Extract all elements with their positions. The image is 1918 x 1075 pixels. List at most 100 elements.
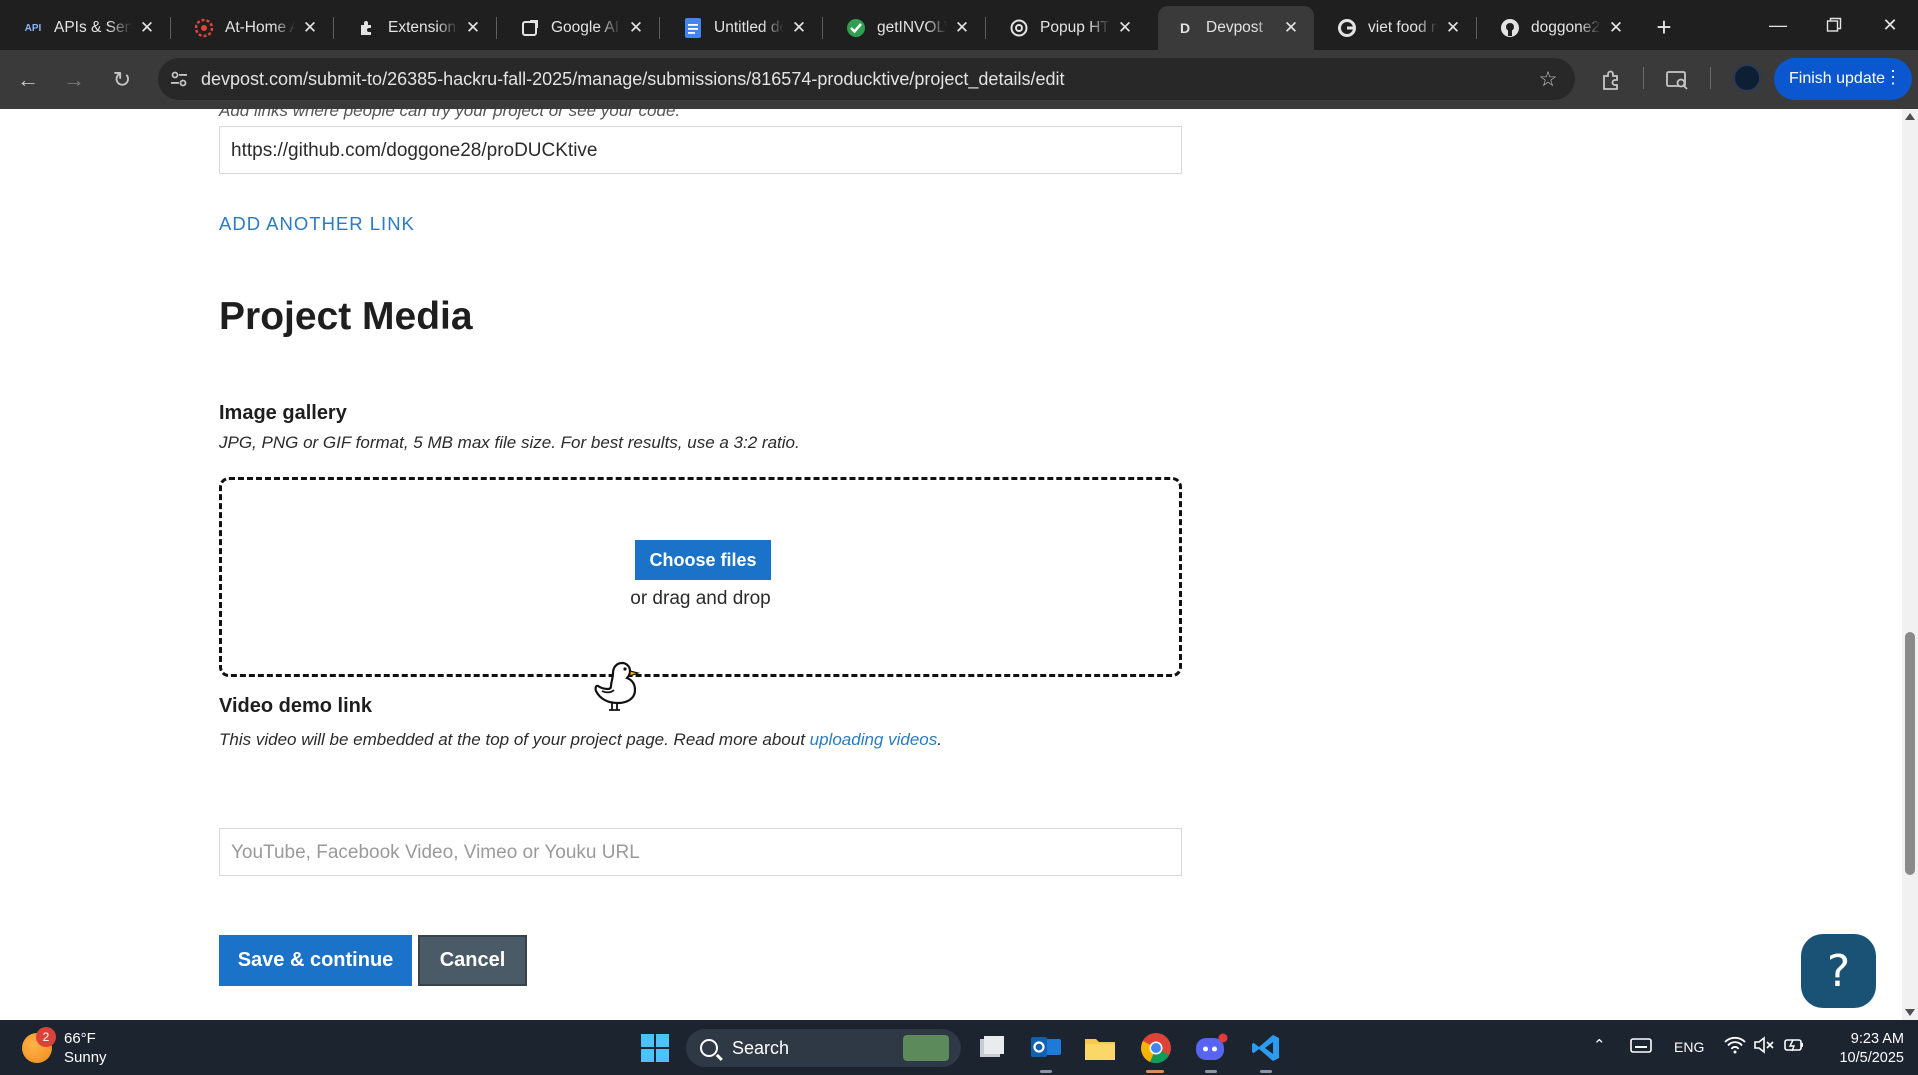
back-button[interactable]: ← <box>12 64 44 96</box>
openai-icon <box>1008 17 1030 39</box>
close-icon[interactable]: ✕ <box>953 18 971 37</box>
image-dropzone[interactable]: Choose files or drag and drop <box>219 477 1182 677</box>
close-icon[interactable]: ✕ <box>301 18 319 37</box>
chrome-icon[interactable] <box>1138 1030 1174 1066</box>
ai-studio-icon <box>519 17 541 39</box>
tab-google-ai-studio[interactable]: Google AI S ✕ <box>497 6 659 50</box>
weather-widget[interactable]: 2 66°F Sunny <box>22 1027 107 1067</box>
address-bar[interactable]: devpost.com/submit-to/26385-hackru-fall-… <box>158 58 1575 100</box>
project-link-input[interactable]: https://github.com/doggone28/proDUCKtive <box>219 126 1182 174</box>
tab-title: Extensions <box>388 19 458 36</box>
profile-avatar[interactable] <box>1733 64 1761 92</box>
github-icon <box>1499 17 1521 39</box>
tab-popup-html[interactable]: Popup HTM ✕ <box>986 6 1148 50</box>
clock-date: 10/5/2025 <box>1839 1050 1904 1066</box>
tab-title: getINVOLV <box>877 19 947 36</box>
more-menu-icon[interactable]: ⋮ <box>1884 67 1902 88</box>
finish-update-button[interactable]: Finish update ⋮ <box>1774 58 1912 100</box>
check-icon <box>845 17 867 39</box>
taskbar-search[interactable]: Search <box>686 1029 961 1067</box>
close-icon[interactable]: ✕ <box>790 18 808 37</box>
close-icon[interactable]: ✕ <box>627 18 645 37</box>
show-hidden-icons[interactable]: ⌃ <box>1593 1036 1606 1054</box>
help-button[interactable]: ? <box>1801 934 1876 1008</box>
video-demo-hint: This video will be embedded at the top o… <box>219 730 942 750</box>
task-view-icon[interactable] <box>974 1030 1010 1066</box>
close-icon[interactable]: ✕ <box>138 18 156 37</box>
extensions-icon[interactable] <box>1595 64 1627 96</box>
video-hint-text: This video will be embedded at the top o… <box>219 730 810 749</box>
weather-text: 66°F Sunny <box>64 1029 107 1067</box>
close-icon[interactable]: ✕ <box>1444 18 1462 37</box>
close-icon[interactable]: ✕ <box>1116 18 1134 37</box>
new-tab-button[interactable]: + <box>1649 12 1679 42</box>
system-clock[interactable]: 9:23 AM 10/5/2025 <box>1814 1030 1904 1068</box>
site-info-icon[interactable] <box>166 66 192 92</box>
tab-apis[interactable]: API APIs & Serv ✕ <box>0 6 170 50</box>
weather-temp: 66°F <box>64 1030 96 1047</box>
video-demo-label: Video demo link <box>219 695 372 717</box>
reload-button[interactable]: ↻ <box>106 64 138 96</box>
vscode-icon[interactable] <box>1248 1030 1284 1066</box>
api-icon: API <box>24 22 42 34</box>
tab-strip: API APIs & Serv ✕ At-Home A ✕ Extensions… <box>0 0 1918 50</box>
tab-search-icon[interactable] <box>1661 64 1693 96</box>
scroll-up-arrow[interactable] <box>1905 113 1915 120</box>
touch-keyboard-icon[interactable] <box>1630 1036 1652 1058</box>
tab-untitled-doc[interactable]: Untitled do ✕ <box>660 6 822 50</box>
language-indicator[interactable]: ENG <box>1674 1039 1704 1055</box>
browser-toolbar: ← → ↻ devpost.com/submit-to/26385-hackru… <box>0 50 1918 109</box>
close-icon[interactable]: ✕ <box>464 18 482 37</box>
links-hint: Add links where people can try your proj… <box>219 109 681 120</box>
devpost-icon: D <box>1179 20 1191 36</box>
cancel-button[interactable]: Cancel <box>418 935 527 986</box>
toolbar-divider <box>1710 67 1711 89</box>
section-title: Project Media <box>219 295 473 338</box>
scroll-down-arrow[interactable] <box>1905 1009 1915 1016</box>
tab-title: At-Home A <box>225 19 295 36</box>
finish-update-label: Finish update <box>1789 70 1886 87</box>
close-icon[interactable]: ✕ <box>1607 18 1625 37</box>
outlook-icon[interactable] <box>1028 1030 1064 1066</box>
video-url-input[interactable]: YouTube, Facebook Video, Vimeo or Youku … <box>219 828 1182 876</box>
image-gallery-hint: JPG, PNG or GIF format, 5 MB max file si… <box>219 433 800 452</box>
page-scrollbar[interactable] <box>1902 109 1918 1020</box>
clock-time: 9:23 AM <box>1850 1031 1904 1047</box>
tab-github[interactable]: doggone2 ✕ <box>1477 6 1639 50</box>
start-button[interactable] <box>637 1030 673 1066</box>
weather-condition: Sunny <box>64 1049 107 1066</box>
uploading-videos-link[interactable]: uploading videos <box>810 730 938 749</box>
bookmark-star-icon[interactable]: ☆ <box>1535 66 1561 92</box>
add-another-link[interactable]: ADD ANOTHER LINK <box>219 213 415 235</box>
duck-cursor-icon <box>594 661 641 711</box>
tab-title: Google AI S <box>551 19 621 36</box>
scroll-thumb[interactable] <box>1905 632 1915 875</box>
running-indicator <box>1205 1070 1217 1073</box>
tab-at-home[interactable]: At-Home A ✕ <box>171 6 333 50</box>
wifi-icon[interactable] <box>1724 1036 1746 1058</box>
discord-icon[interactable] <box>1193 1030 1229 1066</box>
tab-title: doggone2 <box>1531 19 1600 36</box>
close-window-button[interactable]: ✕ <box>1862 0 1918 50</box>
tab-extensions[interactable]: Extensions ✕ <box>334 6 496 50</box>
file-explorer-icon[interactable] <box>1082 1030 1118 1066</box>
tab-title: viet food n <box>1368 19 1438 36</box>
tab-viet-food[interactable]: viet food n ✕ <box>1314 6 1476 50</box>
windows-taskbar: 2 66°F Sunny Search ⌃ ENG 9:23 AM 10/5/2… <box>0 1020 1918 1075</box>
minimize-button[interactable]: — <box>1750 0 1806 50</box>
close-icon[interactable]: ✕ <box>1282 18 1300 37</box>
save-continue-button[interactable]: Save & continue <box>219 935 412 986</box>
tab-getinvolved[interactable]: getINVOLV ✕ <box>823 6 985 50</box>
url-text[interactable]: devpost.com/submit-to/26385-hackru-fall-… <box>201 69 1064 90</box>
video-hint-suffix: . <box>937 730 942 749</box>
restore-button[interactable] <box>1806 0 1862 50</box>
page-content: Add links where people can try your proj… <box>0 109 1902 1020</box>
forward-button[interactable]: → <box>58 64 90 96</box>
mute-icon[interactable] <box>1753 1036 1775 1058</box>
running-indicator <box>1040 1070 1052 1073</box>
choose-files-button[interactable]: Choose files <box>635 540 771 580</box>
battery-icon[interactable] <box>1783 1036 1805 1058</box>
notification-badge: 2 <box>36 1027 56 1047</box>
tab-devpost[interactable]: D Devpost ✕ <box>1158 6 1314 50</box>
google-icon <box>1336 17 1358 39</box>
